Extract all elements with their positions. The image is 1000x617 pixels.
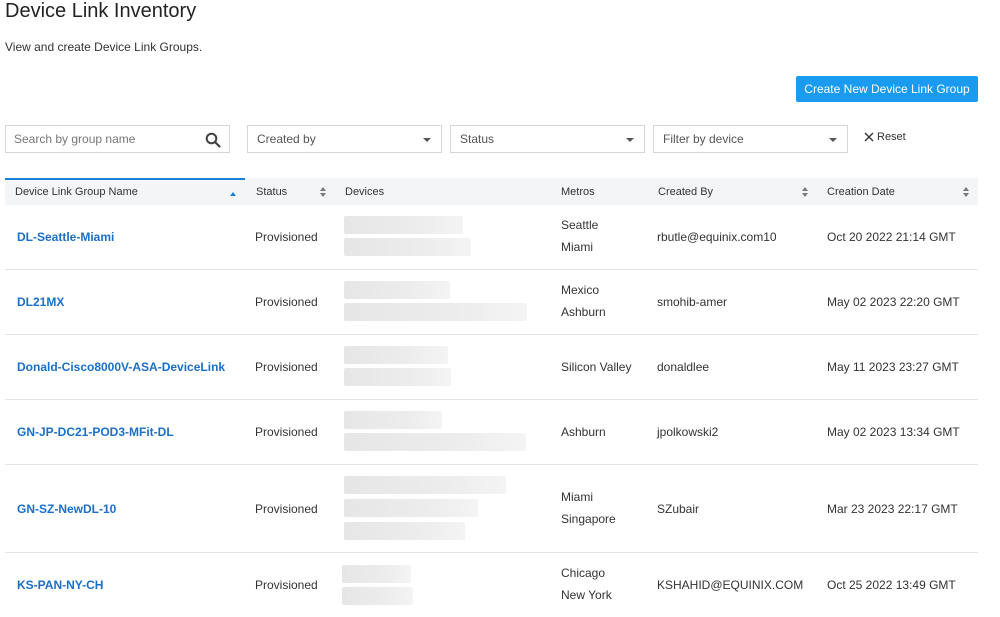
redacted-device	[342, 587, 413, 605]
status-cell: Provisioned	[255, 360, 318, 374]
sort-icon[interactable]	[320, 187, 326, 197]
creation-date-cell: Oct 25 2022 13:49 GMT	[827, 578, 956, 592]
redacted-device	[344, 281, 450, 299]
col-label: Created By	[658, 185, 714, 198]
col-header-metros: Metros	[561, 178, 595, 205]
metro-item: Seattle	[561, 218, 599, 232]
metros-cell: Silicon Valley	[561, 360, 632, 374]
status-cell: Provisioned	[255, 578, 318, 592]
col-label: Creation Date	[827, 185, 895, 198]
col-header-devices: Devices	[345, 178, 384, 205]
group-name-link[interactable]: GN-JP-DC21-POD3-MFit-DL	[17, 400, 174, 464]
status-cell: Provisioned	[255, 295, 318, 309]
created-by-cell: KSHAHID@EQUINIX.COM	[657, 578, 804, 592]
metro-item: Chicago	[561, 566, 606, 580]
page-title: Device Link Inventory	[5, 0, 197, 22]
device-filter-dropdown[interactable]: Filter by device	[653, 125, 848, 153]
search-icon[interactable]	[205, 132, 221, 148]
table-header: Device Link Group Name Status Devices Me…	[5, 178, 978, 205]
status-cell: Provisioned	[255, 230, 318, 244]
status-cell: Provisioned	[255, 425, 318, 439]
status-cell: Provisioned	[255, 501, 318, 516]
sort-asc-icon[interactable]	[230, 189, 236, 199]
redacted-device	[344, 216, 463, 234]
redacted-device	[344, 238, 471, 256]
metro-item: Singapore	[561, 512, 616, 526]
table-row[interactable]: GN-SZ-NewDL-10 Provisioned Miami Singapo…	[5, 465, 978, 553]
created-by-cell: SZubair	[657, 501, 700, 516]
created-by-cell: smohib-amer	[657, 295, 728, 309]
metros-cell: Chicago New York	[561, 562, 612, 606]
status-dropdown[interactable]: Status	[450, 125, 645, 153]
metros-cell: Mexico Ashburn	[561, 279, 606, 323]
chevron-down-icon	[423, 138, 431, 142]
col-label: Device Link Group Name	[15, 185, 138, 198]
metros-cell: Ashburn	[561, 425, 606, 439]
redacted-device	[344, 368, 451, 386]
creation-date-cell: Oct 20 2022 21:14 GMT	[827, 230, 956, 244]
reset-label: Reset	[877, 131, 906, 143]
metro-item: Mexico	[561, 283, 600, 297]
redacted-device	[344, 522, 465, 540]
redacted-device	[344, 499, 478, 517]
search-input[interactable]	[6, 131, 196, 147]
group-name-link[interactable]: DL-Seattle-Miami	[17, 205, 114, 269]
redacted-device	[342, 565, 411, 583]
group-name-link[interactable]: DL21MX	[17, 270, 64, 334]
close-icon	[864, 132, 874, 142]
col-label: Metros	[561, 185, 595, 198]
creation-date-cell: May 02 2023 22:20 GMT	[827, 295, 960, 309]
metros-cell: Seattle Miami	[561, 214, 598, 258]
metro-item: Ashburn	[561, 305, 606, 319]
page-subtitle: View and create Device Link Groups.	[5, 40, 203, 54]
creation-date-cell: May 11 2023 23:27 GMT	[827, 360, 959, 374]
device-filter-label: Filter by device	[663, 132, 744, 146]
chevron-down-icon	[829, 138, 837, 142]
group-name-link[interactable]: KS-PAN-NY-CH	[17, 553, 103, 617]
created-by-cell: donaldlee	[657, 360, 710, 374]
search-box	[5, 125, 230, 153]
created-by-dropdown[interactable]: Created by	[247, 125, 442, 153]
table-row[interactable]: KS-PAN-NY-CH Provisioned Chicago New Yor…	[5, 553, 978, 617]
redacted-device	[344, 476, 506, 494]
redacted-device	[344, 303, 527, 321]
col-header-status[interactable]: Status	[256, 178, 287, 205]
col-label: Status	[256, 185, 288, 198]
table-row[interactable]: DL-Seattle-Miami Provisioned Seattle Mia…	[5, 205, 978, 270]
create-device-link-group-button[interactable]: Create New Device Link Group	[796, 76, 978, 102]
group-name-link[interactable]: Donald-Cisco8000V-ASA-DeviceLink	[17, 335, 225, 399]
created-by-cell: rbutle@equinix.com10	[657, 230, 777, 244]
group-name-link[interactable]: GN-SZ-NewDL-10	[17, 465, 116, 552]
metro-item: Miami	[561, 490, 593, 504]
col-header-created-by[interactable]: Created By	[658, 178, 713, 205]
table-row[interactable]: Donald-Cisco8000V-ASA-DeviceLink Provisi…	[5, 335, 978, 400]
sort-icon[interactable]	[963, 187, 969, 197]
table-row[interactable]: DL21MX Provisioned Mexico Ashburn smohib…	[5, 270, 978, 335]
col-label: Devices	[345, 185, 385, 198]
created-by-label: Created by	[257, 132, 316, 146]
reset-button[interactable]: Reset	[864, 131, 906, 143]
metro-item: Miami	[561, 240, 593, 254]
col-header-group-name[interactable]: Device Link Group Name	[15, 178, 138, 205]
col-header-creation-date[interactable]: Creation Date	[827, 178, 895, 205]
device-link-table: Device Link Group Name Status Devices Me…	[5, 178, 978, 617]
redacted-device	[344, 411, 442, 429]
creation-date-cell: May 02 2023 13:34 GMT	[827, 425, 960, 439]
table-row[interactable]: GN-JP-DC21-POD3-MFit-DL Provisioned Ashb…	[5, 400, 978, 465]
status-label: Status	[460, 132, 495, 146]
created-by-cell: jpolkowski2	[657, 425, 719, 439]
creation-date-cell: Mar 23 2023 22:17 GMT	[827, 501, 958, 516]
metro-item: New York	[561, 588, 612, 602]
sort-icon[interactable]	[802, 187, 808, 197]
chevron-down-icon	[626, 138, 634, 142]
redacted-device	[344, 346, 448, 364]
redacted-device	[344, 433, 526, 451]
metros-cell: Miami Singapore	[561, 486, 616, 530]
